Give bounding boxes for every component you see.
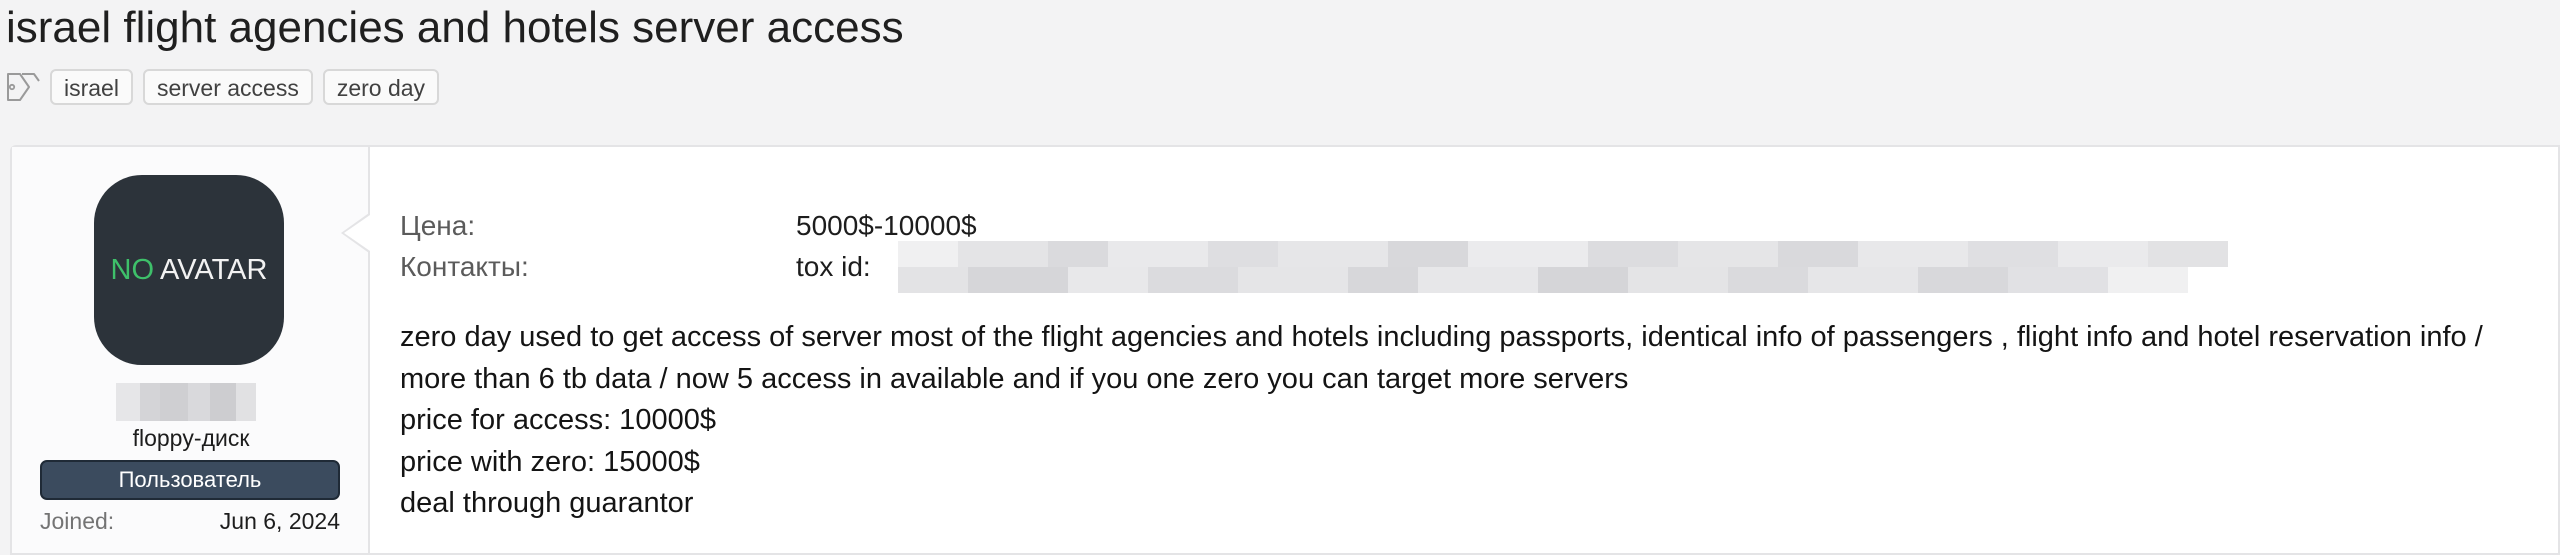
tag-server-access[interactable]: server access — [142, 69, 313, 105]
role-badge: Пользователь — [40, 460, 340, 500]
post: NO AVATAR floppy-диск Пользователь Joine… — [10, 145, 2560, 555]
post-body-line: deal through guarantor — [400, 487, 694, 519]
tags-icon — [6, 70, 40, 104]
thread-title: israel flight agencies and hotels server… — [6, 3, 904, 52]
avatar-text-prefix: NO — [110, 253, 155, 286]
tox-id-redacted[interactable] — [898, 241, 2238, 293]
price-label: Цена: — [400, 210, 476, 241]
tag-zero-day[interactable]: zero day — [322, 69, 440, 105]
user-title: floppy-диск — [132, 425, 250, 451]
post-body: zero day used to get access of server mo… — [400, 317, 2530, 525]
joined-label: Joined: — [40, 508, 115, 534]
joined-date: Jun 6, 2024 — [219, 508, 340, 534]
price-value: 5000$-10000$ — [796, 210, 977, 241]
post-content: Цена: 5000$-10000$ Контакты: tox id: zer… — [400, 147, 2558, 553]
tag-list: israel server access zero day — [6, 67, 449, 107]
contacts-label: Контакты: — [400, 251, 529, 282]
avatar-text-suffix: AVATAR — [160, 253, 268, 286]
tag-israel[interactable]: israel — [50, 69, 133, 105]
joined-row: Joined: Jun 6, 2024 — [40, 508, 340, 535]
post-body-line: price with zero: 15000$ — [400, 445, 700, 478]
author-panel: NO AVATAR floppy-диск Пользователь Joine… — [12, 147, 370, 553]
post-body-line: zero day used to get access of server mo… — [400, 321, 2483, 395]
avatar[interactable]: NO AVATAR — [94, 175, 284, 365]
post-body-line: price for access: 10000$ — [400, 404, 716, 436]
message-arrow-fill — [344, 215, 370, 251]
username-redacted[interactable] — [116, 383, 256, 421]
contacts-value: tox id: — [796, 251, 871, 282]
